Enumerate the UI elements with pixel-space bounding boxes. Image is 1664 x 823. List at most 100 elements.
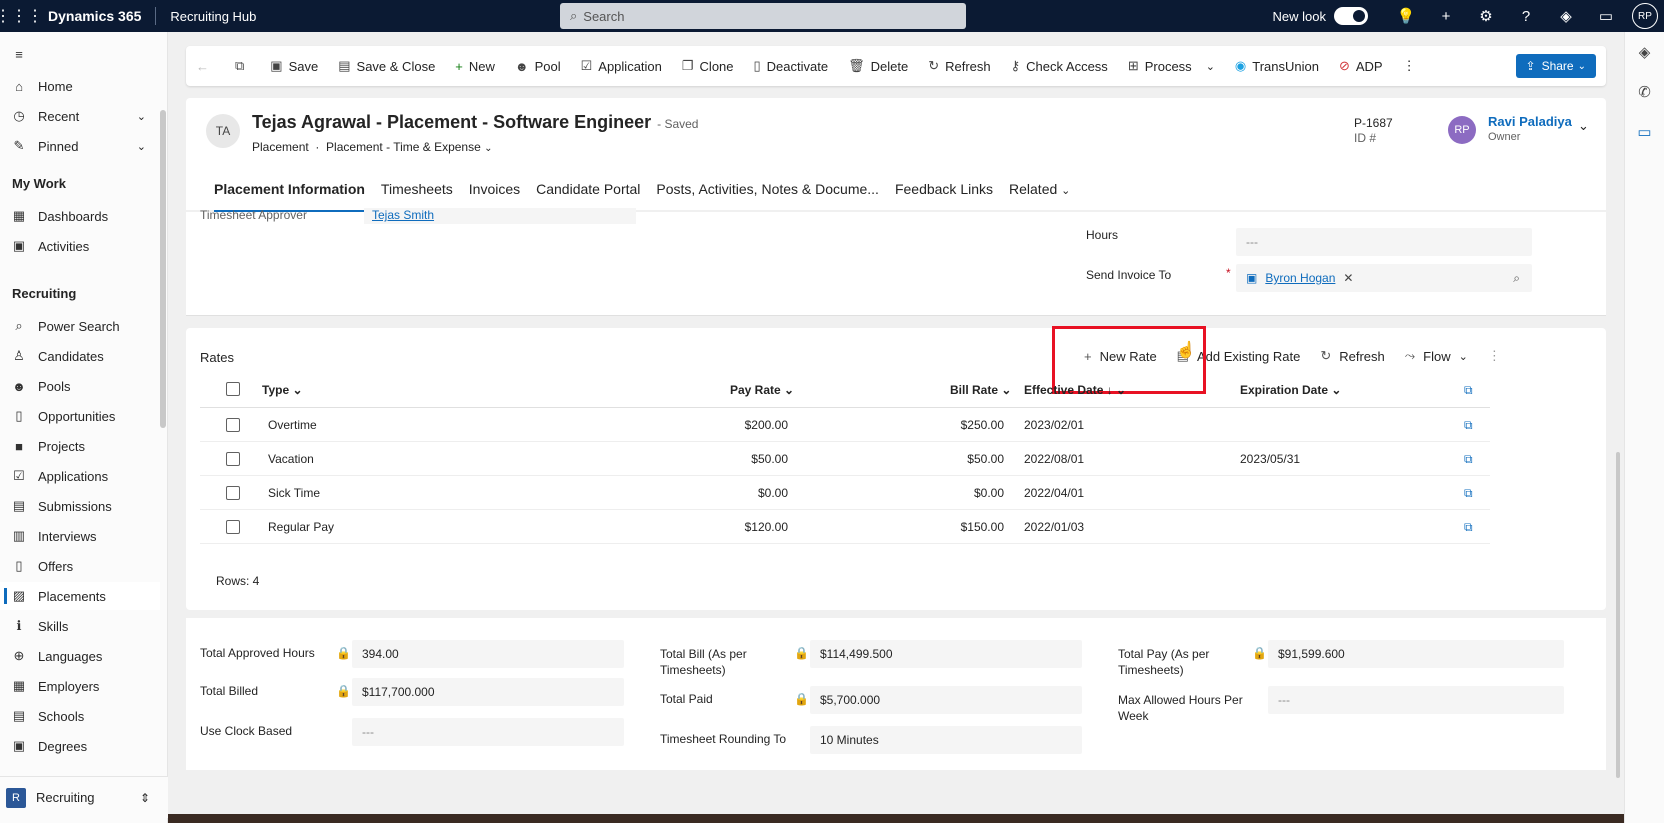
sidebar-item-dashboards[interactable]: ▦ Dashboards [0,202,160,230]
sidebar-item-home[interactable]: ⌂ Home [0,72,160,100]
approved-hours-field[interactable]: 394.00 [352,640,624,668]
new-look-toggle[interactable] [1334,7,1368,25]
settings-gear-icon[interactable]: ⚙ [1466,7,1506,25]
sidebar-item-projects[interactable]: ■ Projects [0,432,160,460]
tab-feedback-links[interactable]: Feedback Links [887,180,1001,210]
column-header-expiration-date[interactable]: Expiration Date ⌄ [1240,383,1341,397]
chevron-down-icon[interactable]: ⌄ [484,143,492,154]
plus-icon[interactable]: + [1426,8,1466,25]
help-icon[interactable]: ? [1506,8,1546,25]
lightbulb-icon[interactable]: 💡 [1386,7,1426,25]
select-all-checkbox[interactable] [226,382,240,396]
sidebar-item-schools[interactable]: ▤ Schools [0,702,160,730]
process-button[interactable]: ⊞ Process ⌄ [1118,46,1225,86]
popout-button[interactable]: ⧉ [225,46,260,86]
chat-icon[interactable]: ▭ [1586,7,1626,25]
tab-placement-information[interactable]: Placement Information [206,180,373,212]
chevron-down-icon[interactable]: ⌄ [137,140,146,153]
sidebar-item-degrees[interactable]: ▣ Degrees [0,732,160,760]
row-checkbox[interactable] [226,520,240,534]
new-button[interactable]: + New [445,46,505,86]
sidebar-item-interviews[interactable]: ▥ Interviews [0,522,160,550]
more-commands-icon[interactable]: ⋮ [1393,46,1426,86]
flow-button[interactable]: ⤳ Flow ⌄ [1395,348,1478,364]
user-avatar[interactable]: RP [1632,3,1658,29]
sidebar-item-opportunities[interactable]: ▯ Opportunities [0,402,160,430]
sidebar-scrollbar[interactable] [160,110,166,428]
table-row[interactable]: Sick Time $0.00 $0.00 2022/04/01 ⧉ [200,476,1490,510]
send-invoice-value[interactable]: Byron Hogan [1265,271,1335,285]
search-icon[interactable]: ⌕ [1513,271,1520,286]
table-row[interactable]: Overtime $200.00 $250.00 2023/02/01 ⧉ [200,408,1490,442]
open-record-icon[interactable]: ⧉ [1464,452,1473,467]
tab-related[interactable]: Related ⌄ [1001,180,1078,210]
row-checkbox[interactable] [226,452,240,466]
more-options-icon[interactable]: ⋮ [1478,348,1511,364]
share-button[interactable]: ⇪ Share ⌄ [1515,54,1596,78]
max-hours-field[interactable]: --- [1268,686,1564,714]
total-pay-ts-field[interactable]: $91,599.600 [1268,640,1564,668]
tab-invoices[interactable]: Invoices [461,180,528,210]
check-access-button[interactable]: ⚷ Check Access [1001,46,1118,86]
app-name[interactable]: Recruiting Hub [156,9,256,24]
deactivate-button[interactable]: ▯ Deactivate [744,46,839,86]
sidebar-item-pinned[interactable]: ✎ Pinned ⌄ [0,132,160,160]
table-row[interactable]: Vacation $50.00 $50.00 2022/08/01 2023/0… [200,442,1490,476]
chevron-down-icon[interactable]: ⌄ [1578,118,1589,134]
refresh-button[interactable]: ↻ Refresh [918,46,1000,86]
area-switcher[interactable]: R Recruiting ⇕ [0,776,168,818]
adp-button[interactable]: ⊘ ADP [1329,46,1393,86]
sidebar-item-activities[interactable]: ▣ Activities [0,232,160,260]
column-header-effective-date[interactable]: Effective Date ↓ ⌄ [1024,383,1126,397]
sidebar-item-languages[interactable]: ⊕ Languages [0,642,160,670]
hours-field[interactable]: --- [1236,228,1532,256]
delete-button[interactable]: 🗑 Delete [838,46,918,86]
owner-name-link[interactable]: Ravi Paladiya [1488,114,1572,130]
sidebar-item-applications[interactable]: ☑ Applications [0,462,160,490]
tab-timesheets[interactable]: Timesheets [373,180,461,210]
send-invoice-lookup[interactable]: ▣ Byron Hogan ✕ ⌕ [1236,264,1532,292]
clone-button[interactable]: ❐ Clone [672,46,744,86]
total-paid-field[interactable]: $5,700.000 [810,686,1082,714]
column-header-pay-rate[interactable]: Pay Rate ⌄ [730,383,794,397]
use-clock-field[interactable]: --- [352,718,624,746]
row-checkbox[interactable] [226,418,240,432]
total-billed-field[interactable]: $117,700.000 [352,678,624,706]
open-record-icon[interactable]: ⧉ [1464,486,1473,501]
save-button[interactable]: ▣ Save [260,46,328,86]
sidebar-item-employers[interactable]: ▦ Employers [0,672,160,700]
sidebar-item-power-search[interactable]: ⌕ Power Search [0,312,160,340]
sidebar-item-candidates[interactable]: ♙ Candidates [0,342,160,370]
open-record-icon[interactable]: ⧉ [1464,520,1473,535]
main-scrollbar[interactable] [1616,452,1620,778]
edit-columns-icon[interactable]: ⧉ [1464,383,1473,398]
teams-chat-icon[interactable]: ▭ [1625,112,1664,152]
back-button[interactable]: ← [186,46,225,86]
copilot-icon[interactable]: ◈ [1625,32,1664,72]
app-launcher-icon[interactable]: ⋮⋮⋮ [0,0,43,32]
close-icon[interactable]: ✕ [1343,271,1353,285]
search-box[interactable]: ⌕ Search [560,3,966,29]
application-button[interactable]: ☑ Application [571,46,672,86]
copilot-icon[interactable]: ◈ [1546,7,1586,25]
hamburger-menu-icon[interactable]: ≡ [0,40,160,68]
sidebar-item-pools[interactable]: ☻ Pools [0,372,160,400]
tab-candidate-portal[interactable]: Candidate Portal [528,180,648,210]
sidebar-item-recent[interactable]: ◷ Recent ⌄ [0,102,160,130]
chevron-down-icon[interactable]: ⌄ [137,110,146,123]
brand-name[interactable]: Dynamics 365 [38,7,157,25]
sidebar-item-offers[interactable]: ▯ Offers [0,552,160,580]
transunion-button[interactable]: ◉ TransUnion [1225,46,1329,86]
open-record-icon[interactable]: ⧉ [1464,418,1473,433]
approver-lookup[interactable]: Tejas Smith [364,208,636,224]
sidebar-item-skills[interactable]: ℹ Skills [0,612,160,640]
rates-refresh-button[interactable]: ↻ Refresh [1310,348,1394,364]
rounding-field[interactable]: 10 Minutes [810,726,1082,754]
column-header-bill-rate[interactable]: Bill Rate ⌄ [950,383,1011,397]
table-row[interactable]: Regular Pay $120.00 $150.00 2022/01/03 ⧉ [200,510,1490,544]
save-close-button[interactable]: ▤ Save & Close [328,46,445,86]
form-selector[interactable]: Placement - Time & Expense [326,140,481,154]
row-checkbox[interactable] [226,486,240,500]
tab-posts-activities[interactable]: Posts, Activities, Notes & Docume... [648,180,887,210]
sidebar-item-submissions[interactable]: ▤ Submissions [0,492,160,520]
